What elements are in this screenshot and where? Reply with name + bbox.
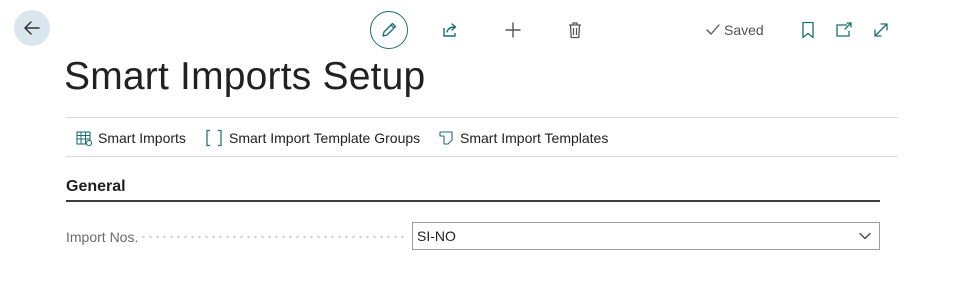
- new-button[interactable]: [501, 18, 525, 42]
- action-label: Smart Import Template Groups: [229, 130, 421, 146]
- saved-status: Saved: [705, 21, 764, 39]
- delete-button[interactable]: [563, 18, 587, 42]
- open-in-new-window-icon: [836, 22, 852, 37]
- trash-icon: [569, 22, 581, 39]
- action-label: Smart Import Templates: [460, 130, 609, 146]
- expand-diagonal-icon: [874, 23, 888, 37]
- section-divider: [66, 200, 880, 202]
- action-smart-import-templates[interactable]: Smart Import Templates: [438, 118, 608, 158]
- action-bar: Smart Imports Smart Import Template Grou…: [66, 117, 898, 157]
- import-nos-label: Import Nos.: [66, 229, 139, 245]
- open-new-window-button[interactable]: [832, 18, 856, 42]
- check-icon: [706, 24, 720, 35]
- page-title: Smart Imports Setup: [64, 55, 426, 98]
- share-icon: [443, 23, 457, 37]
- share-button[interactable]: [438, 18, 462, 42]
- saved-label: Saved: [724, 22, 764, 38]
- chevron-down-icon: [859, 232, 871, 240]
- brackets-icon: [205, 129, 223, 147]
- template-page-icon: [438, 130, 454, 146]
- pencil-icon: [382, 22, 397, 37]
- section-title[interactable]: General: [66, 178, 126, 196]
- bookmark-button[interactable]: [798, 18, 818, 42]
- edit-button[interactable]: [370, 11, 408, 49]
- field-leader-dots: [140, 236, 406, 238]
- arrow-left-icon: [24, 21, 40, 35]
- import-nos-select[interactable]: SI-NO: [412, 222, 880, 250]
- bookmark-icon: [802, 21, 814, 39]
- action-smart-import-template-groups[interactable]: Smart Import Template Groups: [205, 118, 420, 158]
- back-button[interactable]: [14, 10, 50, 46]
- plus-icon: [505, 22, 521, 38]
- expand-button[interactable]: [869, 18, 893, 42]
- action-smart-imports[interactable]: Smart Imports: [76, 118, 186, 158]
- import-nos-value: SI-NO: [417, 228, 456, 244]
- smart-imports-grid-icon: [76, 130, 92, 146]
- action-label: Smart Imports: [98, 130, 186, 146]
